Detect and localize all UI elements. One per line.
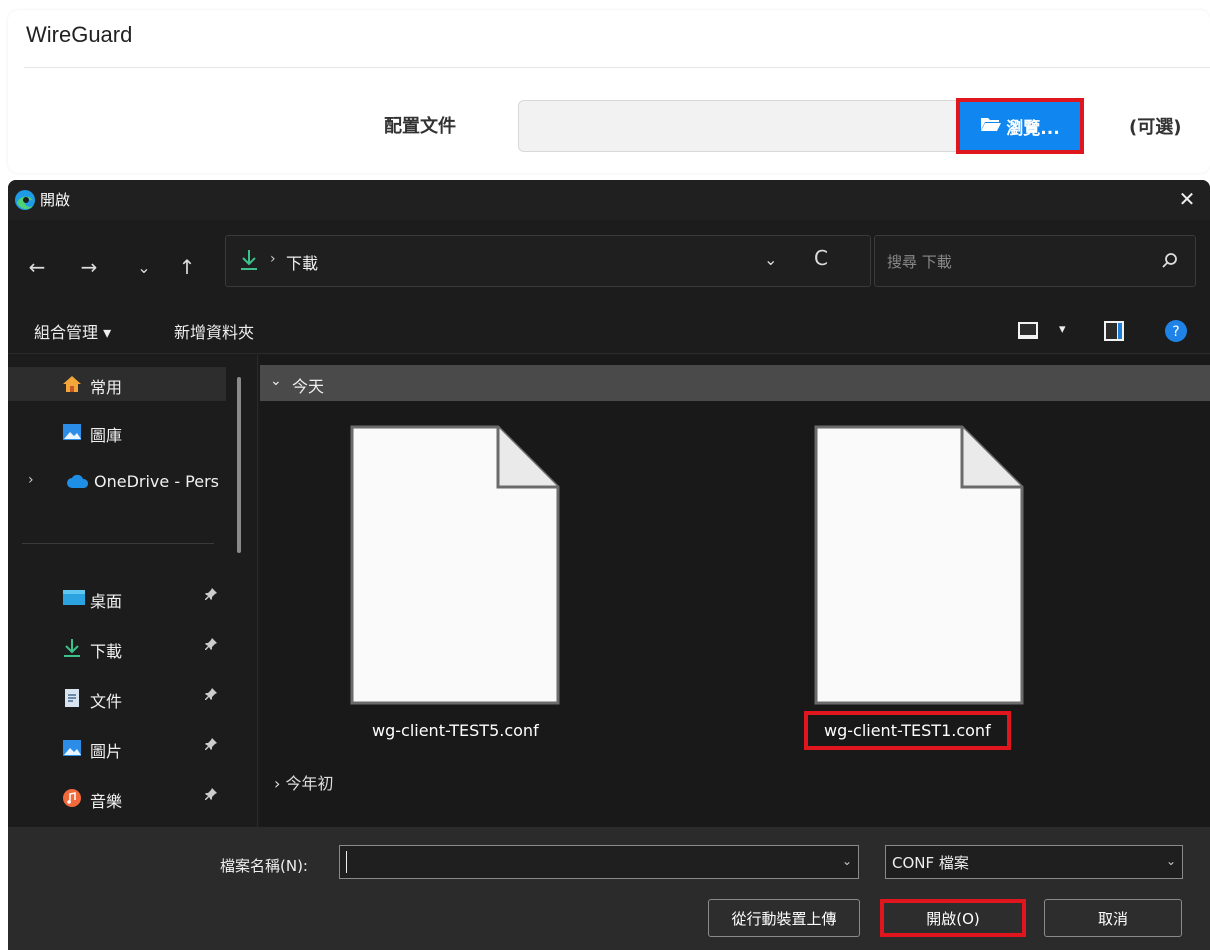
sidebar-item-downloads[interactable]: 下載 (8, 631, 226, 665)
filename-dropdown-icon[interactable]: ⌄ (842, 854, 852, 868)
music-icon (62, 788, 82, 808)
sidebar-item-label: 下載 (90, 642, 123, 661)
close-icon[interactable]: ✕ (1172, 184, 1202, 214)
wireguard-panel: WireGuard 配置文件 瀏覽... (可選) (8, 10, 1210, 173)
file-document-icon (814, 425, 1024, 705)
group-label: 今年初 (285, 774, 334, 793)
group-header-start-of-year[interactable]: › 今年初 (274, 770, 334, 794)
open-button[interactable]: 開啟(O) (880, 899, 1026, 937)
home-icon (62, 374, 82, 394)
sidebar-item-label: 常用 (90, 378, 123, 397)
filetype-select[interactable]: CONF 檔案 ⌄ (885, 845, 1183, 879)
cancel-button[interactable]: 取消 (1044, 899, 1182, 937)
browse-button-label: 瀏覽... (1006, 118, 1060, 139)
file-open-dialog: 開啟 ✕ ← → ⌄ ↑ › 下載 ⌄ C 搜尋 下載 組合管理 ▾ 新增資料夾 (8, 180, 1210, 950)
sidebar-item-home[interactable]: 常用 (8, 367, 226, 401)
filename-input[interactable]: ⌄ (339, 845, 859, 879)
gallery-icon (62, 422, 82, 442)
dialog-titlebar: 開啟 ✕ (8, 180, 1210, 220)
file-name: wg-client-TEST5.conf (372, 721, 539, 740)
edge-browser-icon (14, 189, 36, 211)
sidebar-item-pictures[interactable]: 圖片 (8, 731, 226, 765)
command-bar: 組合管理 ▾ 新增資料夾 ▾ ? (8, 310, 1210, 354)
sidebar-item-label: 桌面 (90, 592, 123, 611)
file-item-selected[interactable]: wg-client-TEST1.conf (804, 355, 1024, 755)
organize-menu[interactable]: 組合管理 ▾ (34, 319, 111, 343)
optional-label: (可選) (1129, 117, 1182, 138)
sidebar-item-label: 文件 (90, 692, 123, 711)
sidebar-divider (22, 543, 214, 544)
navigation-bar: ← → ⌄ ↑ › 下載 ⌄ C 搜尋 下載 (8, 220, 1210, 310)
dialog-title: 開啟 (40, 191, 71, 209)
panel-title: WireGuard (26, 22, 133, 47)
pin-icon[interactable] (204, 787, 218, 805)
breadcrumb-separator: › (270, 251, 276, 267)
breadcrumb-location[interactable]: 下載 (286, 250, 318, 274)
search-icon[interactable] (1161, 252, 1179, 270)
pictures-icon (62, 738, 82, 758)
help-icon[interactable]: ? (1164, 319, 1188, 343)
view-dropdown-icon[interactable]: ▾ (1059, 322, 1066, 337)
back-arrow-icon[interactable]: ← (22, 252, 52, 282)
pin-icon[interactable] (204, 737, 218, 755)
document-icon (62, 688, 82, 708)
address-dropdown-icon[interactable]: ⌄ (764, 250, 777, 269)
sidebar-item-documents[interactable]: 文件 (8, 681, 226, 715)
config-file-label: 配置文件 (384, 116, 456, 137)
forward-arrow-icon[interactable]: → (74, 252, 104, 282)
browse-button[interactable]: 瀏覽... (956, 98, 1084, 154)
folder-open-icon (980, 116, 1002, 137)
search-input[interactable]: 搜尋 下載 (874, 235, 1196, 287)
search-placeholder: 搜尋 下載 (887, 253, 952, 271)
expand-chevron-icon: › (274, 774, 281, 793)
onedrive-cloud-icon (66, 472, 89, 492)
sidebar-item-onedrive[interactable]: › OneDrive - Pers (8, 465, 226, 499)
sidebar-item-label: 圖庫 (90, 426, 123, 445)
pin-icon[interactable] (204, 587, 218, 605)
filetype-dropdown-icon: ⌄ (1165, 854, 1176, 868)
pin-icon[interactable] (204, 637, 218, 655)
recent-locations-chevron-icon[interactable]: ⌄ (129, 252, 159, 282)
svg-text:?: ? (1172, 324, 1179, 340)
download-arrow-icon (240, 249, 258, 276)
address-bar[interactable]: › 下載 ⌄ C (225, 235, 871, 287)
preview-pane-icon[interactable] (1102, 319, 1126, 343)
view-mode-icon[interactable] (1016, 319, 1040, 343)
sidebar-item-desktop[interactable]: 桌面 (8, 581, 226, 615)
collapse-chevron-icon: ⌄ (270, 373, 282, 389)
up-arrow-icon[interactable]: ↑ (172, 252, 202, 282)
pin-icon[interactable] (204, 687, 218, 705)
sidebar-scrollbar[interactable] (237, 377, 241, 553)
sidebar-item-label: 音樂 (90, 792, 123, 811)
filename-label: 檔案名稱(N): (220, 857, 308, 875)
upload-from-mobile-button[interactable]: 從行動裝置上傳 (708, 899, 860, 937)
panel-divider (24, 67, 1210, 68)
dialog-footer: 檔案名稱(N): ⌄ CONF 檔案 ⌄ 從行動裝置上傳 開啟(O) 取消 (8, 827, 1210, 950)
file-list-view: ⌄ 今天 wg-client-TEST5.conf wg-client-TEST… (260, 355, 1210, 827)
filetype-value: CONF 檔案 (892, 854, 969, 872)
sidebar-item-gallery[interactable]: 圖庫 (8, 415, 226, 449)
file-name: wg-client-TEST1.conf (804, 711, 1011, 750)
text-caret (346, 851, 347, 873)
desktop-icon (62, 588, 85, 608)
expand-chevron-icon[interactable]: › (28, 472, 34, 488)
new-folder-button[interactable]: 新增資料夾 (174, 319, 254, 343)
group-label: 今天 (292, 377, 325, 396)
sidebar-item-label: 圖片 (90, 742, 123, 761)
file-item[interactable]: wg-client-TEST5.conf (350, 355, 560, 755)
refresh-icon[interactable]: C (814, 246, 828, 270)
download-icon (62, 638, 82, 658)
file-document-icon (350, 425, 560, 705)
sidebar-item-label: OneDrive - Pers (94, 472, 220, 491)
navigation-pane: 常用 圖庫 › OneDrive - Pers 桌面 下載 文件 圖片 音樂 (8, 355, 258, 827)
sidebar-item-music[interactable]: 音樂 (8, 781, 226, 815)
